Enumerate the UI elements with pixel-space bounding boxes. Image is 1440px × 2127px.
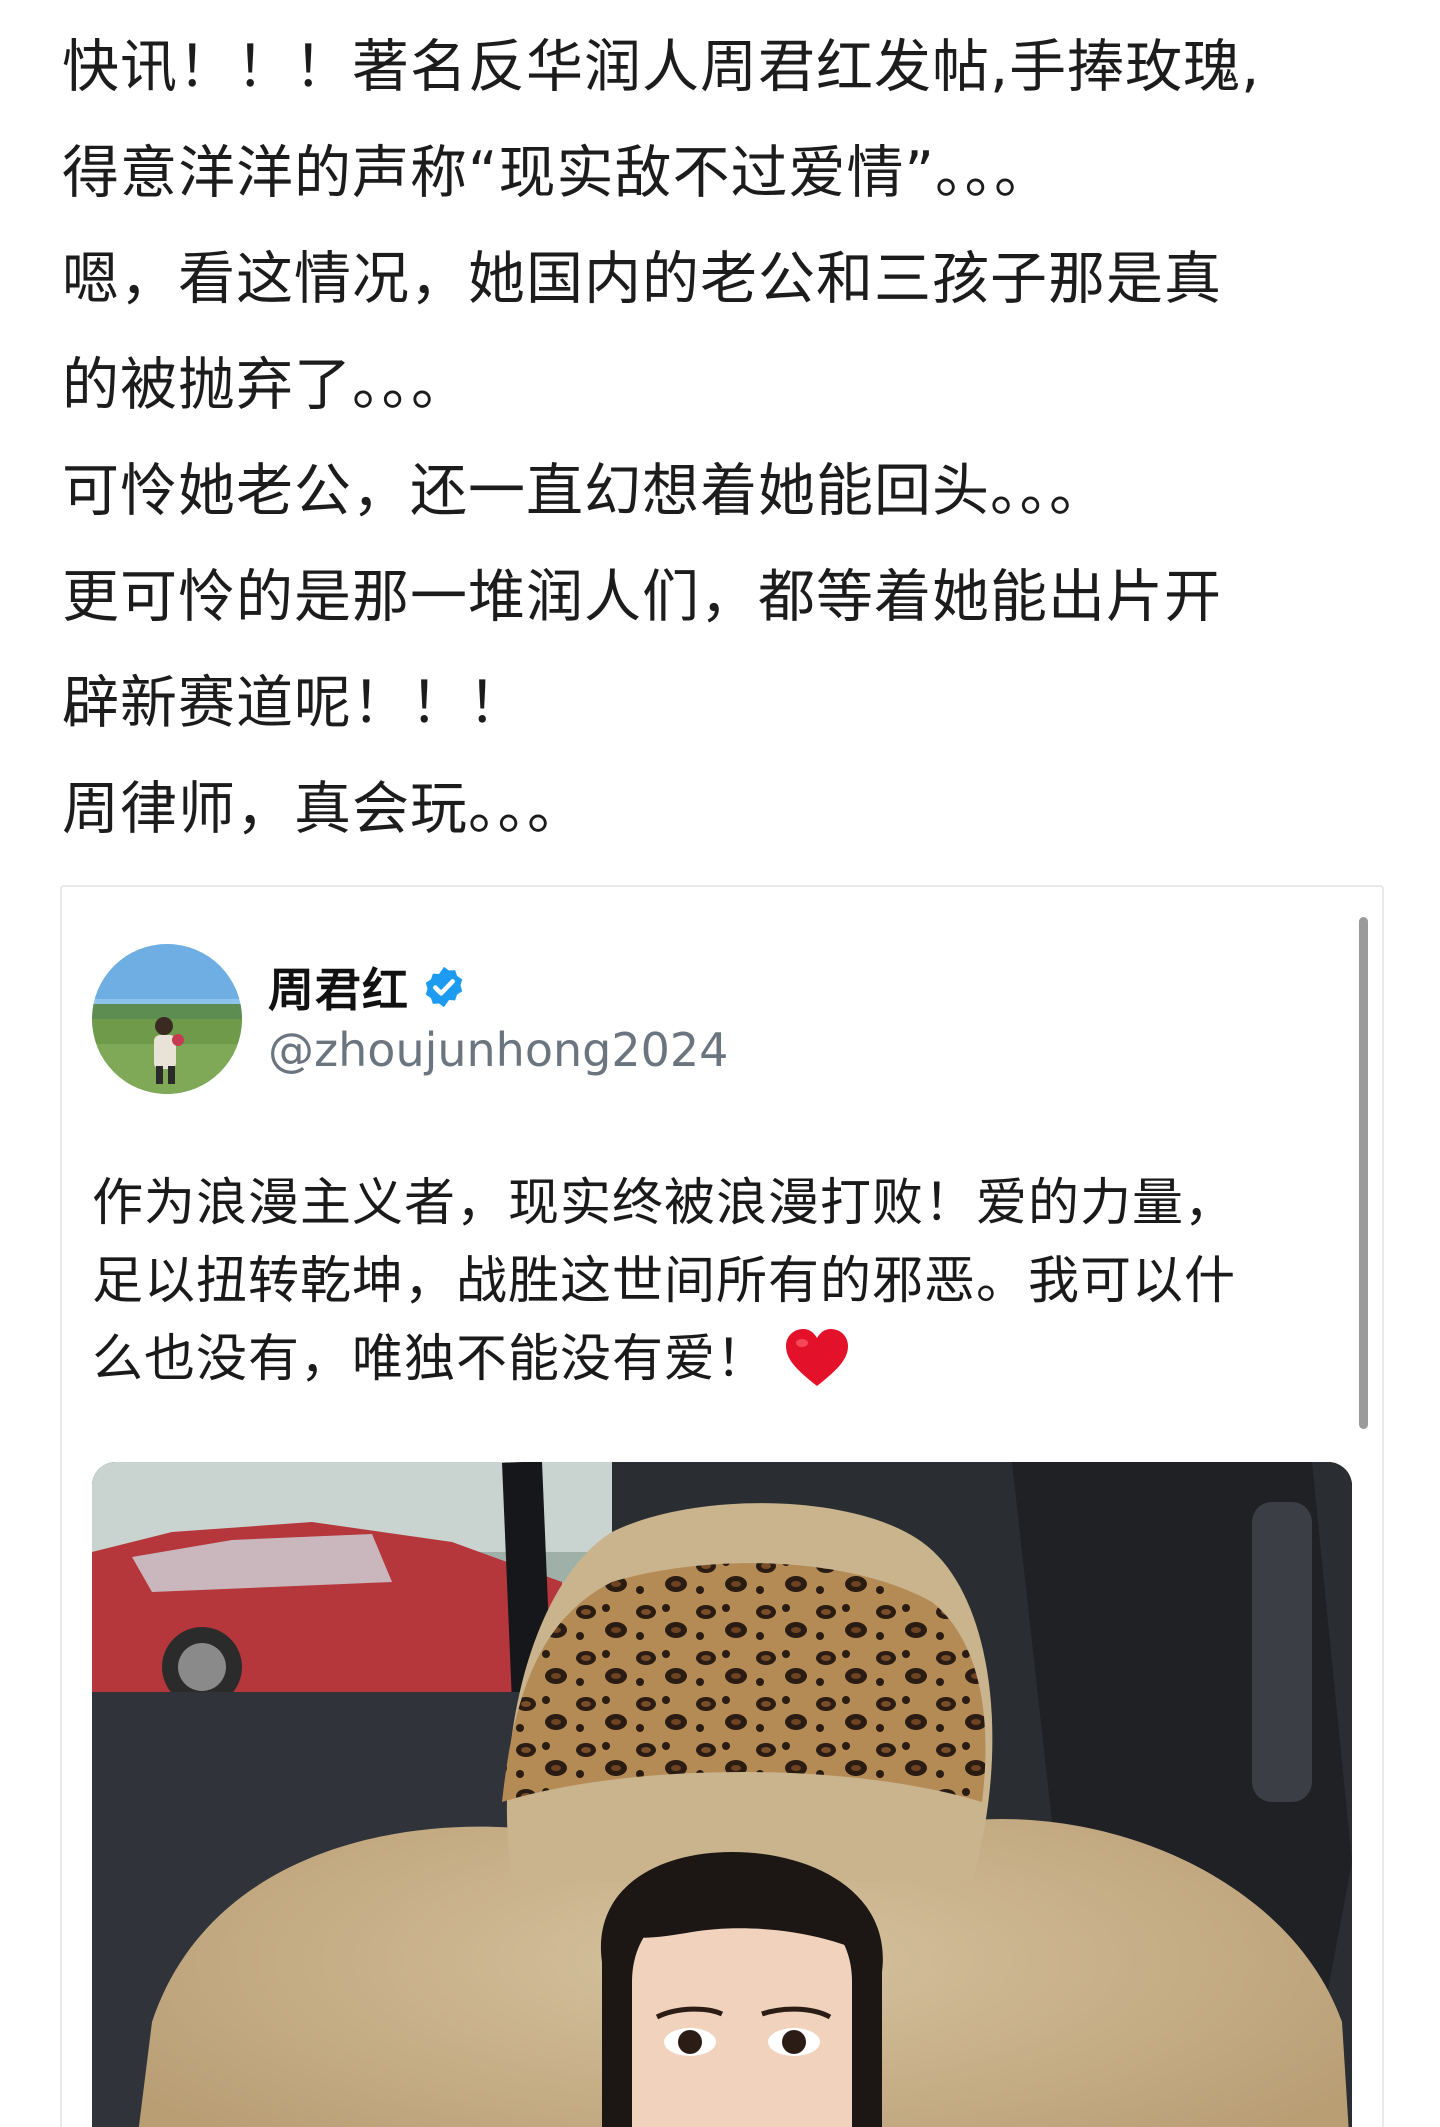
author-name[interactable]: 周君红	[268, 954, 409, 1020]
post-line: 周律师，真会玩。。。	[62, 776, 585, 842]
post-line: 得意洋洋的声称“现实敌不过爱情”。。。	[62, 140, 1053, 206]
tweet-photo[interactable]	[92, 1462, 1352, 2127]
scrollbar[interactable]	[1359, 917, 1368, 1429]
post-line: 快讯！！！著名反华润人周君红发帖,手捧玫瑰,	[62, 34, 1261, 100]
red-heart-icon	[784, 1328, 850, 1388]
avatar[interactable]	[92, 944, 242, 1094]
author-row: 周君红	[268, 957, 467, 1017]
author-handle[interactable]: @zhoujunhong2024	[268, 1023, 728, 1077]
tweet-line: 作为浪漫主义者，现实终被浪漫打败！爱的力量，	[92, 1174, 1237, 1233]
embedded-tweet-card[interactable]: 周君红 @zhoujunhong2024 作为浪漫主义者，现实终被浪漫打败！爱的…	[60, 885, 1384, 2127]
tweet-line-text: 么也没有，唯独不能没有爱！	[92, 1330, 769, 1389]
post-line: 的被抛弃了。。。	[62, 352, 469, 418]
post-line: 嗯，看这情况，她国内的老公和三孩子那是真	[62, 246, 1222, 312]
post-line: 辟新赛道呢！！！	[62, 670, 526, 736]
tweet-text: 作为浪漫主义者，现实终被浪漫打败！爱的力量， 足以扭转乾坤，战胜这世间所有的邪恶…	[92, 1165, 1342, 1399]
post-line: 可怜她老公，还一直幻想着她能回头。。。	[62, 458, 1107, 524]
post-line: 更可怜的是那一堆润人们，都等着她能出片开	[62, 564, 1222, 630]
post-body: 快讯！！！著名反华润人周君红发帖,手捧玫瑰, 得意洋洋的声称“现实敌不过爱情”。…	[62, 14, 1392, 862]
verified-badge-icon	[421, 964, 467, 1010]
tweet-line: 么也没有，唯独不能没有爱！	[92, 1321, 1342, 1399]
tweet-line: 足以扭转乾坤，战胜这世间所有的邪恶。我可以什	[92, 1252, 1237, 1311]
